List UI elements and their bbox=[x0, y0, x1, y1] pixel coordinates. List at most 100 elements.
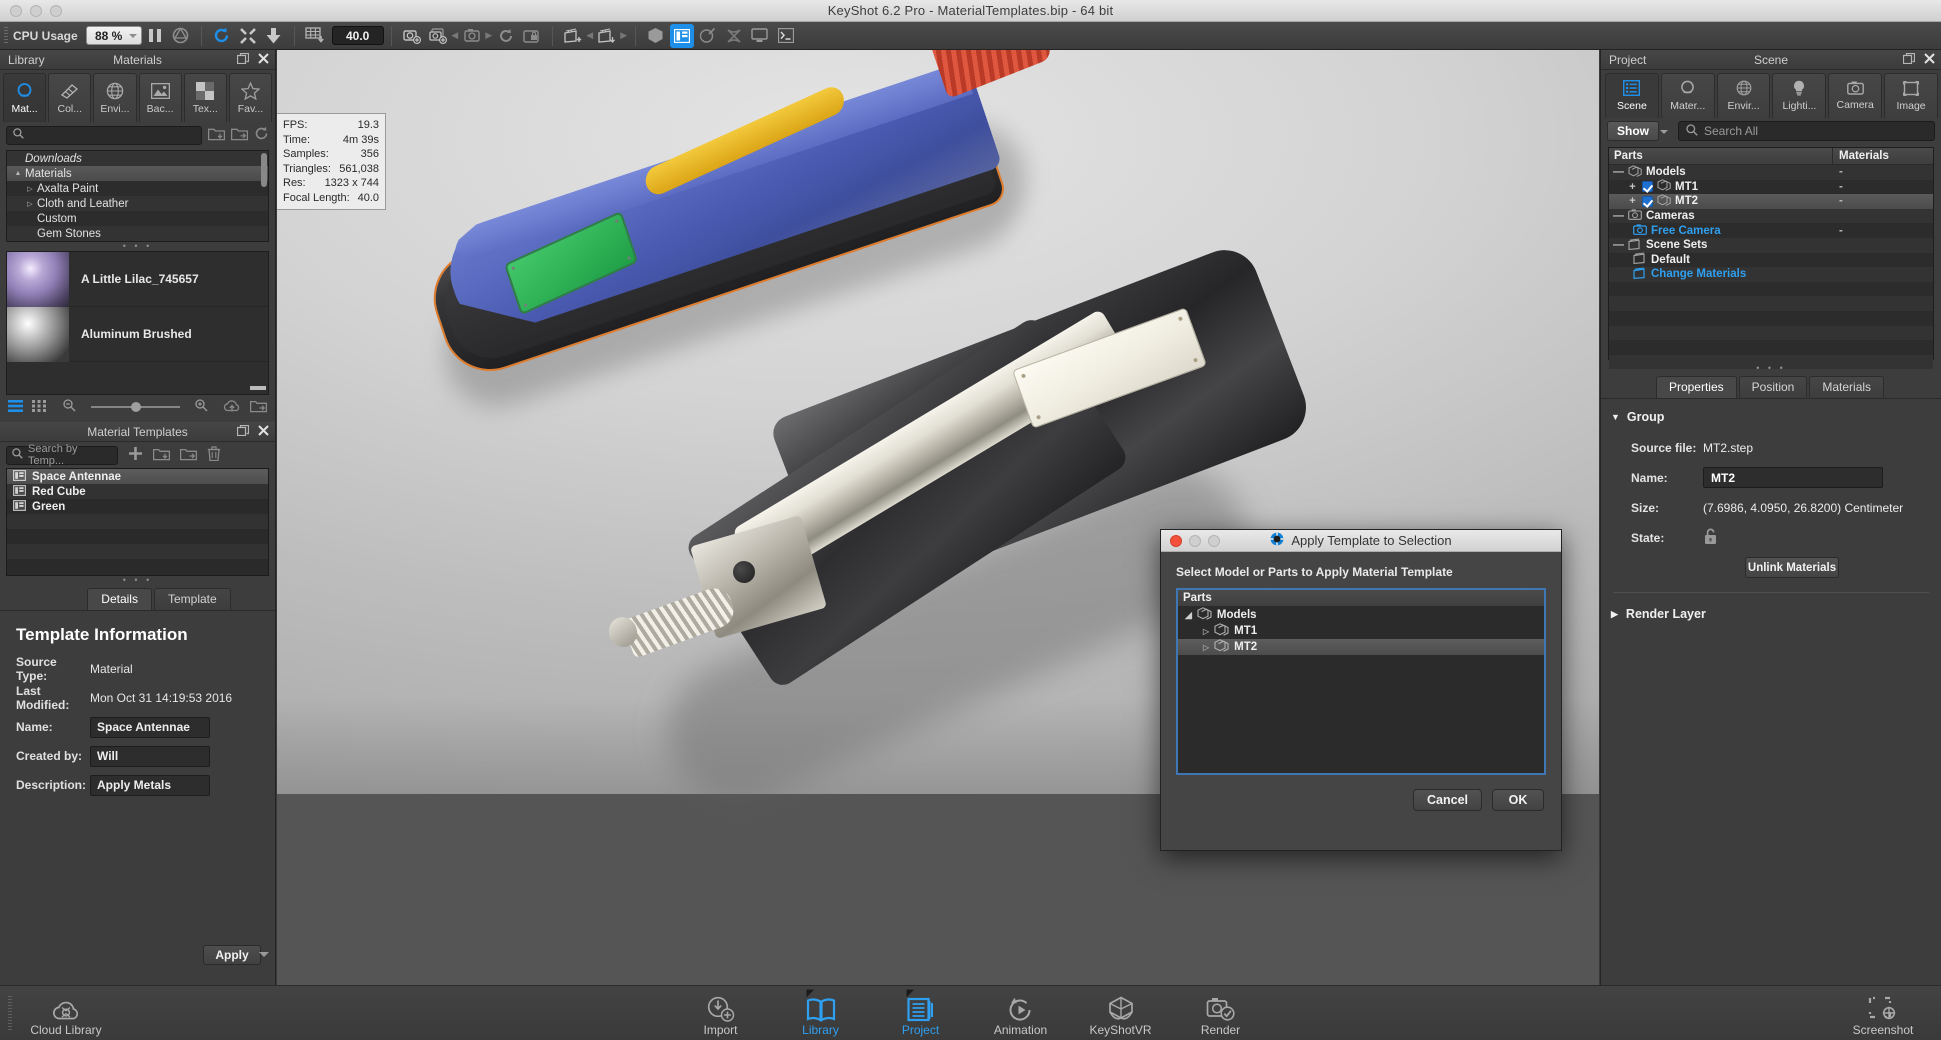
library-tab-textures[interactable]: Tex... bbox=[184, 73, 227, 122]
visibility-checkbox[interactable] bbox=[1642, 196, 1653, 207]
show-dropdown-button[interactable]: Show bbox=[1607, 121, 1659, 141]
library-search-input[interactable] bbox=[6, 126, 202, 145]
material-list-scrollbar[interactable] bbox=[250, 386, 266, 390]
list-item[interactable]: Aluminum Brushed bbox=[7, 307, 268, 362]
download-icon[interactable] bbox=[262, 24, 286, 48]
list-view-icon[interactable] bbox=[8, 400, 23, 415]
open-folder-icon[interactable] bbox=[250, 399, 267, 416]
tree-twisty[interactable]: ◢ bbox=[1185, 610, 1192, 621]
tab-details[interactable]: Details bbox=[87, 588, 152, 610]
unlink-materials-button[interactable]: Unlink Materials bbox=[1745, 557, 1839, 578]
render-layer-section-header[interactable]: ▶ Render Layer bbox=[1601, 607, 1941, 621]
tree-expander[interactable]: — bbox=[1613, 210, 1624, 222]
undock-icon[interactable] bbox=[237, 53, 249, 67]
undock-icon[interactable] bbox=[1903, 53, 1915, 67]
tree-item[interactable]: Gem Stones bbox=[7, 226, 268, 241]
render-aperture-icon[interactable] bbox=[169, 24, 193, 48]
scene-set-prev-icon[interactable]: ◀ bbox=[586, 30, 594, 41]
list-item[interactable]: Space Antennae bbox=[7, 469, 268, 484]
material-templates-list[interactable]: Space Antennae Red Cube Green bbox=[6, 468, 269, 576]
grid-floor-icon[interactable] bbox=[303, 24, 327, 48]
table-row[interactable]: + MT2 - bbox=[1609, 194, 1933, 209]
table-row[interactable]: Change Materials bbox=[1609, 267, 1933, 282]
table-row[interactable]: Free Camera - bbox=[1609, 223, 1933, 238]
library-tab-backplates[interactable]: Bac... bbox=[139, 73, 182, 122]
scene-tree[interactable]: Parts Materials — Models - + MT1 bbox=[1608, 147, 1934, 360]
cpu-usage-select[interactable]: 88 % bbox=[86, 26, 142, 45]
scene-set-next-icon[interactable]: ▶ bbox=[620, 30, 628, 41]
tab-camera[interactable]: Camera bbox=[1828, 73, 1882, 118]
focal-length-field[interactable]: 40.0 bbox=[332, 26, 384, 45]
tree-expander-plus[interactable]: + bbox=[1627, 181, 1638, 193]
zoom-out-icon[interactable] bbox=[63, 399, 76, 415]
export-folder-icon[interactable] bbox=[180, 447, 197, 464]
apply-button[interactable]: Apply bbox=[203, 945, 261, 965]
tree-item[interactable]: ▷ Cloth and Leather bbox=[7, 196, 268, 211]
panel-splitter-handle[interactable]: • • • bbox=[0, 576, 275, 585]
tree-expander[interactable]: — bbox=[1613, 239, 1624, 251]
refresh-icon[interactable] bbox=[210, 24, 234, 48]
bottom-item-render[interactable]: Render bbox=[1171, 990, 1271, 1037]
library-tab-favorites[interactable]: Fav... bbox=[229, 73, 272, 122]
group-section-header[interactable]: ▼ Group bbox=[1601, 399, 1941, 424]
bottom-item-keyshotvr[interactable]: KeyShotVR bbox=[1071, 990, 1171, 1037]
screenshot-button[interactable]: Screenshot bbox=[1833, 990, 1933, 1037]
tree-scrollbar[interactable] bbox=[261, 153, 267, 187]
unlock-icon[interactable] bbox=[1703, 528, 1718, 548]
grid-view-icon[interactable] bbox=[32, 400, 46, 415]
slider-knob[interactable] bbox=[131, 402, 141, 412]
table-row[interactable]: Default bbox=[1609, 253, 1933, 268]
tree-expander[interactable]: — bbox=[1613, 166, 1624, 178]
table-row[interactable]: + MT1 - bbox=[1609, 180, 1933, 195]
import-folder-icon[interactable] bbox=[153, 447, 170, 464]
tree-expander-plus[interactable]: + bbox=[1627, 195, 1638, 207]
tree-twisty[interactable]: ▷ bbox=[23, 200, 37, 208]
refresh-camera-icon[interactable] bbox=[494, 24, 518, 48]
scene-set-add-icon[interactable] bbox=[561, 24, 585, 48]
tab-template[interactable]: Template bbox=[154, 588, 231, 610]
scripting-icon[interactable] bbox=[722, 24, 746, 48]
table-row[interactable]: — Scene Sets bbox=[1609, 238, 1933, 253]
tab-position[interactable]: Position bbox=[1739, 376, 1808, 398]
tab-material[interactable]: Mater... bbox=[1661, 73, 1715, 118]
material-edit-icon[interactable] bbox=[696, 24, 720, 48]
panel-splitter-handle[interactable]: • • • bbox=[0, 242, 275, 251]
console-icon[interactable] bbox=[774, 24, 798, 48]
list-item[interactable]: Green bbox=[7, 499, 268, 514]
fullscreen-icon[interactable] bbox=[236, 24, 260, 48]
table-row[interactable]: — Models - bbox=[1609, 165, 1933, 180]
list-item[interactable]: A Little Lilac_745657 bbox=[7, 252, 268, 307]
ok-button[interactable]: OK bbox=[1492, 789, 1544, 811]
camera-prev-icon[interactable]: ◀ bbox=[451, 30, 459, 41]
close-icon[interactable] bbox=[258, 53, 269, 67]
close-icon[interactable] bbox=[1924, 53, 1935, 67]
scene-search-input[interactable]: Search All bbox=[1678, 121, 1935, 141]
tree-item[interactable]: ▷ Axalta Paint bbox=[7, 181, 268, 196]
tree-twisty[interactable]: ▷ bbox=[1203, 643, 1209, 652]
material-list[interactable]: A Little Lilac_745657 Aluminum Brushed bbox=[6, 251, 269, 395]
tree-twisty[interactable]: ▷ bbox=[23, 185, 37, 193]
tree-row-mt2[interactable]: ▷ MT2 bbox=[1178, 639, 1544, 655]
tree-item[interactable]: Downloads bbox=[7, 151, 268, 166]
library-tab-environments[interactable]: Envi... bbox=[93, 73, 136, 122]
tree-row-mt1[interactable]: ▷ MT1 bbox=[1178, 623, 1544, 639]
bottom-item-library[interactable]: ◤ Library bbox=[771, 990, 871, 1037]
add-icon[interactable] bbox=[128, 446, 143, 464]
visibility-checkbox[interactable] bbox=[1642, 181, 1653, 192]
description-input[interactable]: Apply Metals bbox=[90, 775, 210, 796]
toolbar-grip[interactable] bbox=[4, 27, 8, 45]
tab-environment[interactable]: Envir... bbox=[1717, 73, 1771, 118]
camera-lock-icon[interactable] bbox=[520, 24, 544, 48]
library-folder-tree[interactable]: Downloads ▲ Materials ▷ Axalta Paint ▷ C… bbox=[6, 150, 269, 242]
camera-add-icon[interactable] bbox=[400, 24, 424, 48]
tree-item[interactable]: Custom bbox=[7, 211, 268, 226]
library-tab-materials[interactable]: Mat... bbox=[3, 73, 46, 122]
tree-twisty[interactable]: ▲ bbox=[11, 170, 25, 177]
camera-icon[interactable] bbox=[460, 24, 484, 48]
tab-materials[interactable]: Materials bbox=[1809, 376, 1884, 398]
bottom-item-project[interactable]: ◤ Project bbox=[871, 990, 971, 1037]
environment-cube-icon[interactable] bbox=[644, 24, 668, 48]
library-tab-colors[interactable]: Col... bbox=[48, 73, 91, 122]
template-search-input[interactable]: Search by Temp... bbox=[6, 446, 118, 465]
tab-image[interactable]: Image bbox=[1884, 73, 1938, 118]
